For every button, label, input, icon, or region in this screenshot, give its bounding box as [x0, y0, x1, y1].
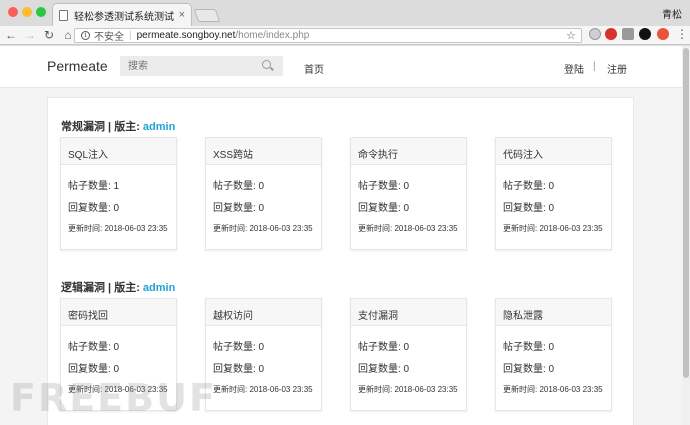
board-title[interactable]: 命令执行 — [351, 138, 466, 165]
reply-count: 回复数量: 0 — [68, 203, 120, 214]
post-count: 帖子数量: 0 — [68, 342, 120, 353]
moderator-link[interactable]: admin — [143, 121, 175, 133]
post-count: 帖子数量: 0 — [503, 181, 555, 192]
back-icon[interactable]: ← — [3, 27, 19, 43]
reply-count: 回复数量: 0 — [503, 203, 555, 214]
security-label: 不安全 — [94, 32, 124, 43]
board-title[interactable]: 越权访问 — [206, 299, 321, 326]
post-count: 帖子数量: 0 — [358, 342, 410, 353]
forward-icon[interactable]: → — [22, 27, 38, 43]
extension-icon[interactable] — [639, 28, 651, 40]
board-card[interactable]: 隐私泄露 帖子数量: 0 回复数量: 0 更新时间: 2018-06-03 23… — [495, 298, 612, 411]
board-title[interactable]: 隐私泄露 — [496, 299, 611, 326]
section-label: 常规漏洞 | 版主: — [61, 121, 140, 133]
board-card[interactable]: 代码注入 帖子数量: 0 回复数量: 0 更新时间: 2018-06-03 23… — [495, 137, 612, 250]
login-link[interactable]: 登陆 — [564, 61, 584, 76]
section-title: 常规漏洞 | 版主: admin — [61, 118, 175, 134]
tab-close-icon[interactable]: × — [179, 9, 185, 21]
page-content: Permeate 首页 登陆 | 注册 常规漏洞 | 版主: admin SQL… — [0, 46, 682, 425]
extension-icon[interactable] — [657, 28, 669, 40]
board-title[interactable]: XSS跨站 — [206, 138, 321, 165]
reply-count: 回复数量: 0 — [358, 203, 410, 214]
url-host: permeate.songboy.net — [136, 30, 236, 41]
extension-icon[interactable] — [589, 28, 601, 40]
moderator-link[interactable]: admin — [143, 282, 175, 294]
minimize-window-button[interactable] — [22, 7, 32, 17]
browser-tab[interactable]: 轻松参透测试系统测试 × — [52, 3, 192, 26]
update-time: 更新时间: 2018-06-03 23:35 — [213, 224, 313, 233]
post-count: 帖子数量: 1 — [68, 181, 120, 192]
nav-divider: | — [593, 61, 596, 72]
reply-count: 回复数量: 0 — [503, 364, 555, 375]
scroll-thumb[interactable] — [683, 48, 689, 378]
post-count: 帖子数量: 0 — [213, 342, 265, 353]
menu-icon[interactable]: ⋮ — [676, 27, 688, 41]
board-title[interactable]: 支付漏洞 — [351, 299, 466, 326]
profile-name[interactable]: 青松 — [662, 6, 682, 21]
address-bar[interactable]: i 不安全 | permeate.songboy.net /home/index… — [74, 28, 582, 43]
site-navbar: Permeate 首页 登陆 | 注册 — [0, 46, 682, 88]
board-card[interactable]: 命令执行 帖子数量: 0 回复数量: 0 更新时间: 2018-06-03 23… — [350, 137, 467, 250]
section-label: 逻辑漏洞 | 版主: — [61, 282, 140, 294]
nav-home-link[interactable]: 首页 — [304, 61, 324, 76]
page-icon — [59, 9, 68, 21]
star-icon[interactable]: ☆ — [566, 29, 576, 42]
update-time: 更新时间: 2018-06-03 23:35 — [503, 224, 603, 233]
reply-count: 回复数量: 0 — [213, 364, 265, 375]
url-path: /home/index.php — [235, 30, 310, 41]
search-icon[interactable] — [262, 60, 271, 69]
freebuf-watermark: FREEBUF — [10, 376, 217, 420]
info-icon[interactable]: i — [81, 31, 90, 40]
reload-icon[interactable]: ↻ — [41, 27, 57, 43]
board-card[interactable]: XSS跨站 帖子数量: 0 回复数量: 0 更新时间: 2018-06-03 2… — [205, 137, 322, 250]
update-time: 更新时间: 2018-06-03 23:35 — [358, 224, 458, 233]
search-input[interactable] — [120, 56, 283, 76]
board-card[interactable]: SQL注入 帖子数量: 1 回复数量: 0 更新时间: 2018-06-03 2… — [60, 137, 177, 250]
board-title[interactable]: SQL注入 — [61, 138, 176, 165]
reply-count: 回复数量: 0 — [358, 364, 410, 375]
site-brand[interactable]: Permeate — [47, 58, 108, 74]
reply-count: 回复数量: 0 — [68, 364, 120, 375]
browser-toolbar: ← → ↻ ⌂ i 不安全 | permeate.songboy.net /ho… — [0, 26, 690, 45]
update-time: 更新时间: 2018-06-03 23:35 — [503, 385, 603, 394]
adblock-icon[interactable] — [605, 28, 617, 40]
board-title[interactable]: 代码注入 — [496, 138, 611, 165]
section-title: 逻辑漏洞 | 版主: admin — [61, 279, 175, 295]
update-time: 更新时间: 2018-06-03 23:35 — [68, 224, 168, 233]
post-count: 帖子数量: 0 — [503, 342, 555, 353]
maximize-window-button[interactable] — [36, 7, 46, 17]
update-time: 更新时间: 2018-06-03 23:35 — [213, 385, 313, 394]
update-time: 更新时间: 2018-06-03 23:35 — [358, 385, 458, 394]
url-separator: | — [129, 30, 132, 41]
board-card[interactable]: 支付漏洞 帖子数量: 0 回复数量: 0 更新时间: 2018-06-03 23… — [350, 298, 467, 411]
post-count: 帖子数量: 0 — [213, 181, 265, 192]
new-tab-button[interactable] — [193, 9, 221, 22]
reply-count: 回复数量: 0 — [213, 203, 265, 214]
board-title[interactable]: 密码找回 — [61, 299, 176, 326]
close-window-button[interactable] — [8, 7, 18, 17]
page-scrollbar[interactable] — [682, 46, 690, 425]
tab-title: 轻松参透测试系统测试 — [74, 11, 174, 23]
post-count: 帖子数量: 0 — [358, 181, 410, 192]
register-link[interactable]: 注册 — [607, 61, 627, 76]
board-card[interactable]: 越权访问 帖子数量: 0 回复数量: 0 更新时间: 2018-06-03 23… — [205, 298, 322, 411]
tab-strip: 轻松参透测试系统测试 × 青松 — [0, 0, 690, 26]
extension-icon[interactable] — [622, 28, 634, 40]
